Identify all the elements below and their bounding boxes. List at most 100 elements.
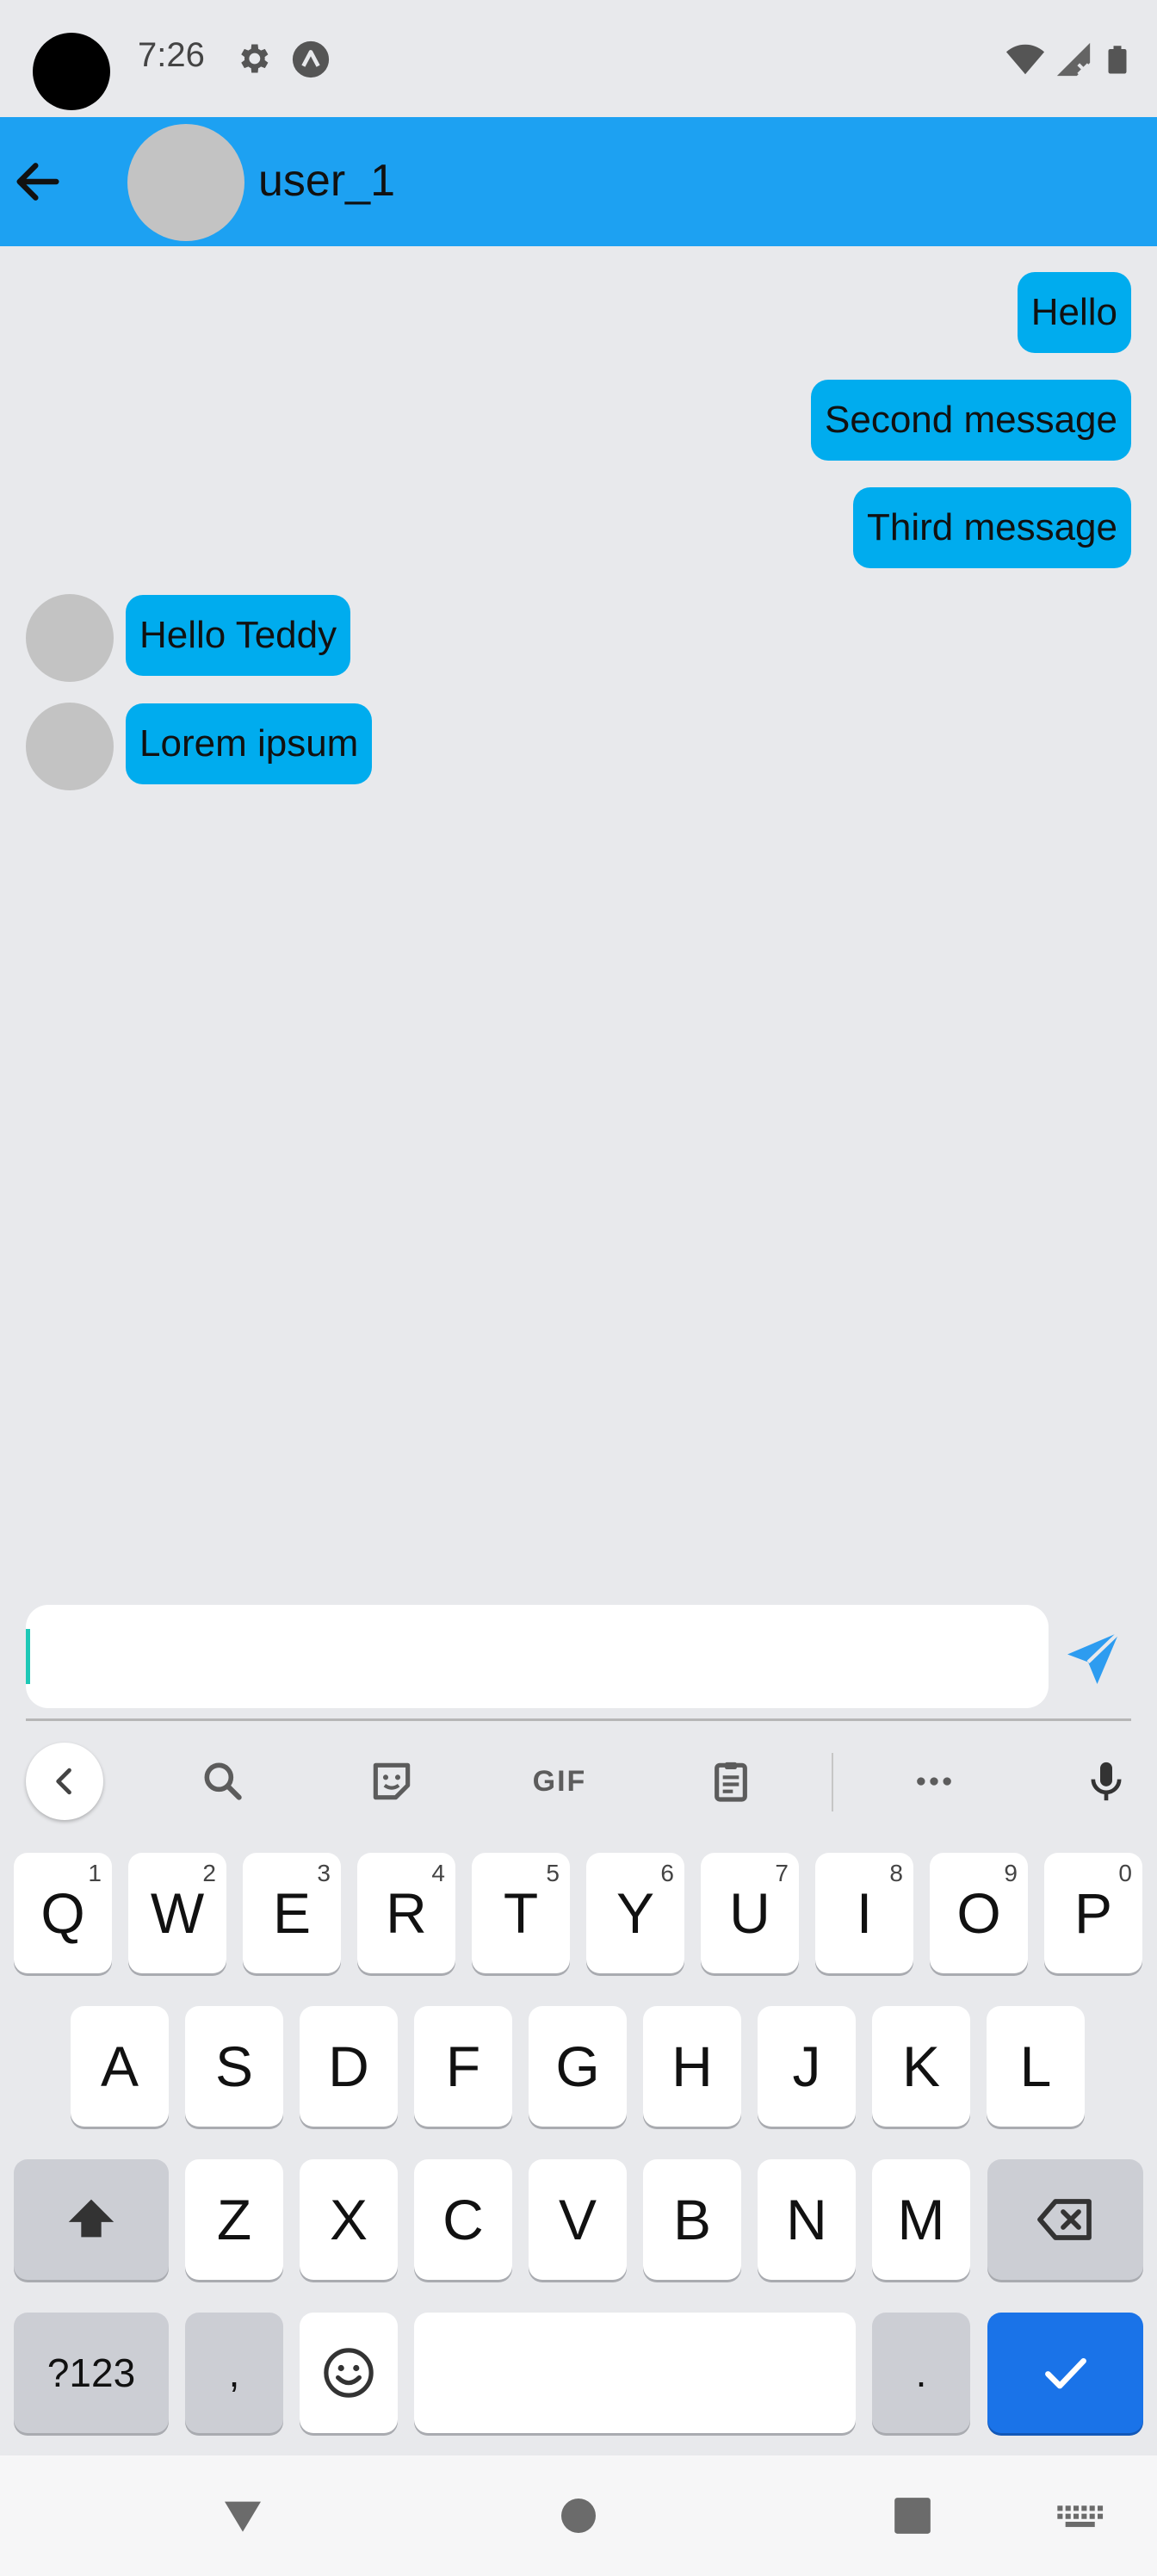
battery-icon bbox=[1108, 46, 1127, 74]
key-i[interactable]: I8 bbox=[815, 1853, 913, 1973]
key-v[interactable]: V bbox=[529, 2159, 627, 2280]
done-key[interactable] bbox=[987, 2313, 1143, 2433]
wifi-icon bbox=[1005, 44, 1045, 75]
nav-back-button[interactable] bbox=[212, 2485, 274, 2547]
send-icon bbox=[1067, 1631, 1121, 1684]
input-divider bbox=[26, 1718, 1131, 1721]
settings-gear-icon bbox=[234, 40, 272, 77]
key-label: P bbox=[1073, 1881, 1113, 1945]
key-hint: 6 bbox=[660, 1860, 674, 1886]
contact-avatar[interactable] bbox=[127, 124, 244, 241]
key-x[interactable]: X bbox=[300, 2159, 398, 2280]
back-button[interactable] bbox=[5, 149, 71, 214]
key-h[interactable]: H bbox=[643, 2006, 741, 2127]
key-label: W bbox=[150, 1881, 205, 1945]
key-label: O bbox=[956, 1881, 1001, 1945]
key-label: U bbox=[729, 1881, 770, 1945]
key-p[interactable]: P0 bbox=[1044, 1853, 1142, 1973]
nav-recents-button[interactable] bbox=[882, 2485, 944, 2547]
emoji-key[interactable] bbox=[300, 2313, 398, 2433]
key-hint: 9 bbox=[1004, 1860, 1018, 1886]
key-q[interactable]: Q1 bbox=[14, 1853, 112, 1973]
key-label: R bbox=[386, 1881, 427, 1945]
key-g[interactable]: G bbox=[529, 2006, 627, 2127]
key-label: X bbox=[329, 2188, 368, 2251]
key-label: T bbox=[503, 1881, 539, 1945]
sender-avatar bbox=[26, 594, 114, 682]
key-m[interactable]: M bbox=[872, 2159, 970, 2280]
comma-key[interactable]: , bbox=[185, 2313, 283, 2433]
key-label: Q bbox=[40, 1881, 85, 1945]
key-w[interactable]: W2 bbox=[128, 1853, 226, 1973]
status-indicators bbox=[1005, 40, 1133, 79]
key-f[interactable]: F bbox=[414, 2006, 512, 2127]
key-label: , bbox=[228, 2350, 240, 2395]
key-label: Y bbox=[616, 1881, 655, 1945]
key-label: ?123 bbox=[46, 2350, 136, 2395]
gif-button[interactable]: GIF bbox=[525, 1753, 594, 1810]
key-o[interactable]: O9 bbox=[930, 1853, 1028, 1973]
nav-home-button[interactable] bbox=[548, 2485, 609, 2547]
key-b[interactable]: B bbox=[643, 2159, 741, 2280]
keyboard-switcher-button[interactable] bbox=[1049, 2485, 1111, 2547]
key-label: B bbox=[672, 2188, 712, 2251]
key-j[interactable]: J bbox=[758, 2006, 856, 2127]
emoji-icon bbox=[324, 2348, 374, 2398]
key-l[interactable]: L bbox=[987, 2006, 1085, 2127]
key-label: D bbox=[328, 2034, 369, 2098]
key-y[interactable]: Y6 bbox=[586, 1853, 684, 1973]
key-s[interactable]: S bbox=[185, 2006, 283, 2127]
key-label: V bbox=[558, 2188, 597, 2251]
message-bubble-outgoing: Hello bbox=[1017, 272, 1131, 353]
soft-keyboard: GIF Q1 W2 E3 R4 T5 Y6 U7 I8 O9 P0 A S D … bbox=[0, 1722, 1157, 2455]
key-a[interactable]: A bbox=[71, 2006, 169, 2127]
shift-key[interactable] bbox=[14, 2159, 169, 2280]
message-bubble-outgoing: Third message bbox=[852, 487, 1131, 568]
status-bar: 7:26 bbox=[0, 0, 1157, 117]
clipboard-button[interactable] bbox=[702, 1753, 759, 1810]
key-hint: 3 bbox=[317, 1860, 331, 1886]
send-button[interactable] bbox=[1057, 1622, 1129, 1694]
camera-cutout bbox=[33, 33, 110, 110]
gif-label: GIF bbox=[532, 1764, 587, 1798]
key-label: H bbox=[671, 2034, 713, 2098]
message-bubble-incoming: Hello Teddy bbox=[126, 595, 351, 676]
microphone-icon bbox=[1091, 1762, 1122, 1801]
voice-input-button[interactable] bbox=[1078, 1753, 1135, 1810]
sticker-button[interactable] bbox=[363, 1753, 420, 1810]
cell-signal-icon bbox=[1056, 42, 1091, 77]
key-label: M bbox=[897, 2188, 945, 2251]
key-label: E bbox=[272, 1881, 312, 1945]
keyboard-icon bbox=[1057, 2505, 1104, 2528]
key-u[interactable]: U7 bbox=[701, 1853, 799, 1973]
space-key[interactable] bbox=[414, 2313, 856, 2433]
keyboard-collapse-button[interactable] bbox=[26, 1743, 103, 1820]
key-label: Z bbox=[216, 2188, 252, 2251]
system-navigation-bar bbox=[0, 2455, 1157, 2576]
message-input[interactable] bbox=[26, 1605, 1049, 1708]
key-d[interactable]: D bbox=[300, 2006, 398, 2127]
key-t[interactable]: T5 bbox=[472, 1853, 570, 1973]
key-c[interactable]: C bbox=[414, 2159, 512, 2280]
keyboard-search-button[interactable] bbox=[195, 1753, 251, 1810]
symbols-key[interactable]: ?123 bbox=[14, 2313, 169, 2433]
key-k[interactable]: K bbox=[872, 2006, 970, 2127]
backspace-key[interactable] bbox=[987, 2159, 1143, 2280]
arrow-back-icon bbox=[16, 163, 59, 201]
contact-name: user_1 bbox=[258, 156, 395, 206]
period-key[interactable]: . bbox=[872, 2313, 970, 2433]
key-e[interactable]: E3 bbox=[243, 1853, 341, 1973]
key-label: J bbox=[792, 2034, 821, 2098]
key-r[interactable]: R4 bbox=[357, 1853, 455, 1973]
key-label: C bbox=[442, 2188, 484, 2251]
key-z[interactable]: Z bbox=[185, 2159, 283, 2280]
more-options-button[interactable] bbox=[906, 1753, 962, 1810]
key-label: N bbox=[786, 2188, 827, 2251]
key-label: . bbox=[915, 2350, 927, 2395]
sticker-icon bbox=[373, 1762, 411, 1800]
message-bubble-incoming: Lorem ipsum bbox=[126, 703, 373, 784]
key-n[interactable]: N bbox=[758, 2159, 856, 2280]
key-hint: 7 bbox=[775, 1860, 789, 1886]
key-label: I bbox=[856, 1881, 873, 1945]
shift-icon bbox=[68, 2199, 114, 2238]
